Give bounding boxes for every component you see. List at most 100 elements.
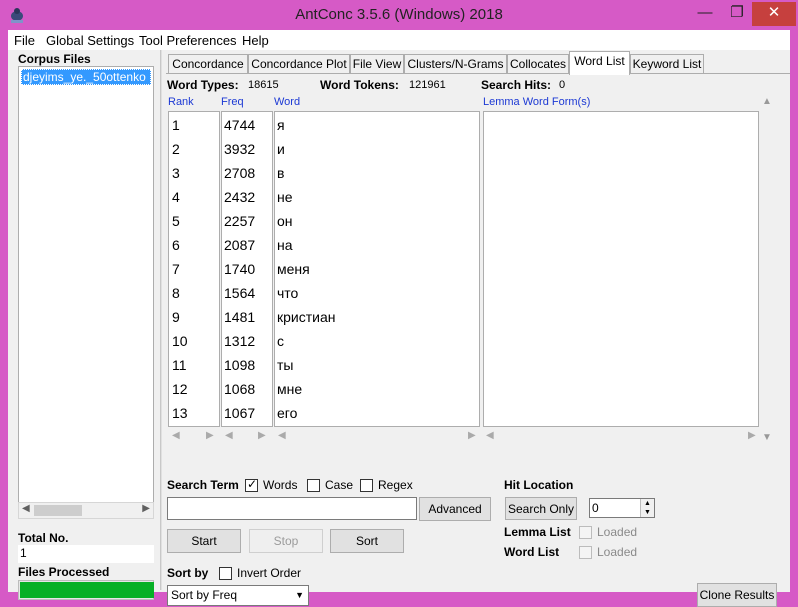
row-freq-cell[interactable]: 4744 <box>224 117 255 133</box>
row-word-cell[interactable]: не <box>277 189 293 205</box>
tab-keyword-list[interactable]: Keyword List <box>630 54 704 74</box>
clone-results-button[interactable]: Clone Results <box>697 583 777 607</box>
row-freq-cell[interactable]: 2708 <box>224 165 255 181</box>
row-rank-cell[interactable]: 5 <box>172 213 180 229</box>
search-term-input[interactable] <box>167 497 417 520</box>
row-rank-cell[interactable]: 6 <box>172 237 180 253</box>
row-freq-cell[interactable]: 2257 <box>224 213 255 229</box>
row-word-cell[interactable]: с <box>277 333 284 349</box>
row-word-cell[interactable]: кристиан <box>277 309 335 325</box>
row-freq-cell[interactable]: 1312 <box>224 333 255 349</box>
lemma-scroll-left-icon[interactable]: ◀ <box>486 430 494 441</box>
close-button[interactable]: ✕ <box>752 2 796 26</box>
rank-scroll-left-icon[interactable]: ◀ <box>172 430 180 441</box>
row-rank-cell[interactable]: 7 <box>172 261 180 277</box>
row-rank-cell[interactable]: 4 <box>172 189 180 205</box>
menu-tool-preferences[interactable]: Tool Preferences <box>139 33 237 48</box>
start-button[interactable]: Start <box>167 529 241 553</box>
tab-word-list[interactable]: Word List <box>569 51 630 75</box>
row-rank-cell[interactable]: 11 <box>172 357 187 373</box>
case-checkbox[interactable] <box>307 479 320 492</box>
row-rank-cell[interactable]: 3 <box>172 165 180 181</box>
row-word-cell[interactable]: ты <box>277 357 293 373</box>
row-freq-cell[interactable]: 1564 <box>224 285 255 301</box>
row-freq-cell[interactable]: 1481 <box>224 309 255 325</box>
rank-scroll-right-icon[interactable]: ▶ <box>206 430 214 441</box>
row-word-cell[interactable]: и <box>277 141 285 157</box>
tab-clusters-ngrams[interactable]: Clusters/N-Grams <box>404 54 507 74</box>
invert-order-checkbox[interactable] <box>219 567 232 580</box>
search-only-button[interactable]: Search Only <box>505 497 577 520</box>
row-rank-cell[interactable]: 10 <box>172 333 188 349</box>
tab-collocates[interactable]: Collocates <box>507 54 569 74</box>
scroll-thumb[interactable] <box>34 505 82 516</box>
row-freq-cell[interactable]: 1068 <box>224 381 255 397</box>
chevron-down-icon[interactable]: ▼ <box>295 586 304 605</box>
words-checkbox-label[interactable]: Words <box>263 478 297 492</box>
menu-global-settings[interactable]: Global Settings <box>46 33 134 48</box>
sort-by-select[interactable]: Sort by Freq ▼ <box>167 585 309 606</box>
lemma-column-header[interactable]: Lemma Word Form(s) <box>483 96 590 108</box>
row-freq-cell[interactable]: 1098 <box>224 357 255 373</box>
row-freq-cell[interactable]: 2432 <box>224 189 255 205</box>
regex-checkbox[interactable] <box>360 479 373 492</box>
advanced-button[interactable]: Advanced <box>419 497 491 521</box>
lemma-loaded-checkbox <box>579 526 592 539</box>
corpus-file-list[interactable]: djeyims_ye._50ottenko <box>18 66 154 506</box>
maximize-button[interactable]: ❐ <box>722 2 752 26</box>
lemma-scroll-right-icon[interactable]: ▶ <box>748 430 756 441</box>
spin-up-icon[interactable]: ▲ <box>640 499 654 508</box>
row-freq-cell[interactable]: 3932 <box>224 141 255 157</box>
row-rank-cell[interactable]: 13 <box>172 405 188 421</box>
row-rank-cell[interactable]: 12 <box>172 381 188 397</box>
row-rank-cell[interactable]: 2 <box>172 141 180 157</box>
row-rank-cell[interactable]: 1 <box>172 117 180 133</box>
word-scroll-left-icon[interactable]: ◀ <box>278 430 286 441</box>
tab-concordance[interactable]: Concordance <box>168 54 248 74</box>
pane-divider[interactable] <box>160 50 162 590</box>
freq-scroll-left-icon[interactable]: ◀ <box>225 430 233 441</box>
row-rank-cell[interactable]: 8 <box>172 285 180 301</box>
row-word-cell[interactable]: мне <box>277 381 302 397</box>
row-word-cell[interactable]: в <box>277 165 284 181</box>
results-vertical-scrollbar[interactable]: ▲ ▼ <box>762 96 776 446</box>
row-word-cell[interactable]: на <box>277 237 293 253</box>
corpus-file-item[interactable]: djeyims_ye._50ottenko <box>21 69 151 85</box>
word-column-header[interactable]: Word <box>274 96 300 108</box>
invert-order-label[interactable]: Invert Order <box>237 566 301 580</box>
rank-column-header[interactable]: Rank <box>168 96 194 108</box>
spin-down-icon[interactable]: ▼ <box>640 508 654 517</box>
words-checkbox[interactable]: ✓ <box>245 477 258 492</box>
row-rank-cell[interactable]: 9 <box>172 309 180 325</box>
tab-concordance-plot[interactable]: Concordance Plot <box>248 54 350 74</box>
menu-file[interactable]: File <box>14 33 35 48</box>
case-checkbox-label[interactable]: Case <box>325 478 353 492</box>
scroll-left-icon[interactable]: ◀ <box>22 503 30 514</box>
word-scroll-right-icon[interactable]: ▶ <box>468 430 476 441</box>
regex-checkbox-label[interactable]: Regex <box>378 478 413 492</box>
scroll-down-icon[interactable]: ▼ <box>762 432 772 443</box>
lemma-column[interactable] <box>483 111 759 427</box>
freq-scroll-right-icon[interactable]: ▶ <box>258 430 266 441</box>
row-freq-cell[interactable]: 2087 <box>224 237 255 253</box>
hit-location-spinner[interactable]: 0 ▲ ▼ <box>589 498 655 518</box>
row-word-cell[interactable]: он <box>277 213 293 229</box>
stop-button[interactable]: Stop <box>249 529 323 553</box>
row-word-cell[interactable]: меня <box>277 261 310 277</box>
row-word-cell[interactable]: его <box>277 405 297 421</box>
row-freq-cell[interactable]: 1067 <box>224 405 255 421</box>
row-word-cell[interactable]: я <box>277 117 285 133</box>
row-word-cell[interactable]: что <box>277 285 298 301</box>
freq-column-header[interactable]: Freq <box>221 96 244 108</box>
menu-help[interactable]: Help <box>242 33 269 48</box>
scroll-right-icon[interactable]: ▶ <box>142 503 150 514</box>
row-freq-cell[interactable]: 1740 <box>224 261 255 277</box>
scroll-up-icon[interactable]: ▲ <box>762 96 772 107</box>
tab-file-view[interactable]: File View <box>350 54 404 74</box>
minimize-button[interactable]: — <box>690 2 720 26</box>
sort-button[interactable]: Sort <box>330 529 404 553</box>
lemma-loaded-label: Loaded <box>597 525 638 539</box>
sort-by-label: Sort by <box>167 566 209 580</box>
file-list-scrollbar[interactable]: ◀ ▶ <box>18 502 154 519</box>
hit-location-value[interactable]: 0 <box>592 501 599 515</box>
